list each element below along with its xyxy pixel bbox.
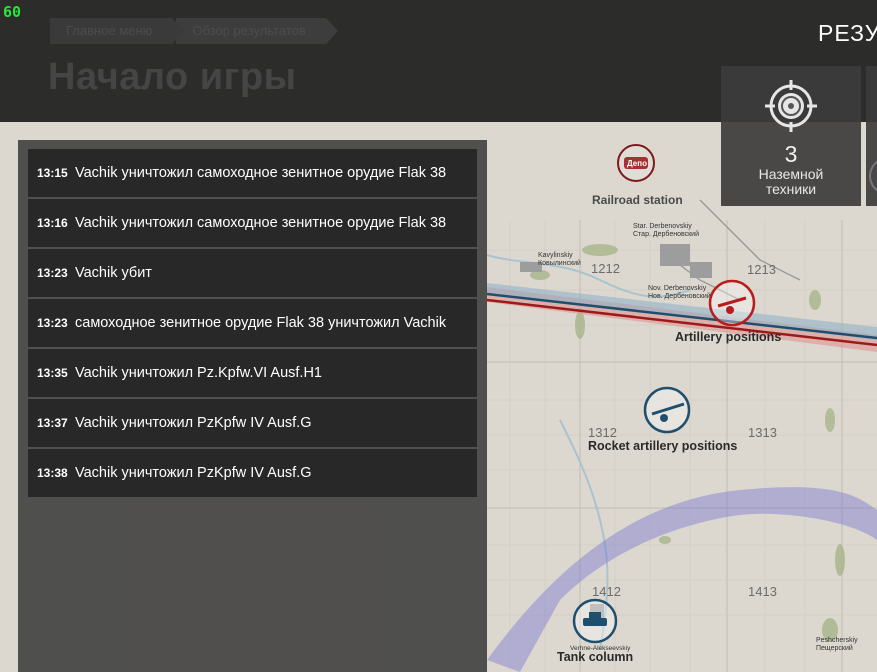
- log-entry: 13:23 самоходное зенитное орудие Flak 38…: [28, 299, 477, 347]
- log-entry: 13:16 Vachik уничтожил самоходное зенитн…: [28, 199, 477, 247]
- log-time: 13:23: [37, 266, 68, 280]
- log-time: 13:16: [37, 216, 68, 230]
- log-text: Vachik убит: [75, 265, 152, 281]
- log-time: 13:37: [37, 416, 68, 430]
- log-entry: 13:35 Vachik уничтожил Pz.Kpfw.VI Ausf.H…: [28, 349, 477, 397]
- log-entry: 13:23 Vachik убит: [28, 249, 477, 297]
- results-heading: РЕЗУ: [818, 20, 877, 46]
- fps-counter: 60: [3, 3, 22, 21]
- breadcrumb: Главное меню Обзор результатов: [50, 18, 339, 44]
- stat-count: 3: [784, 141, 798, 167]
- log-entry: 13:37 Vachik уничтожил PzKpfw IV Ausf.G: [28, 399, 477, 447]
- next-stat-icon: [869, 160, 877, 192]
- stat-label: Наземной техники: [721, 167, 861, 197]
- log-time: 13:23: [37, 316, 68, 330]
- log-text: Vachik уничтожил самоходное зенитное ору…: [75, 215, 447, 231]
- breadcrumb-main-menu[interactable]: Главное меню: [50, 18, 185, 44]
- stat-label-line: техники: [765, 181, 817, 197]
- log-entry: 13:38 Vachik уничтожил PzKpfw IV Ausf.G: [28, 449, 477, 497]
- log-text: Vachik уничтожил PzKpfw IV Ausf.G: [75, 415, 312, 431]
- log-time: 13:38: [37, 466, 68, 480]
- log-time: 13:35: [37, 366, 68, 380]
- rocket-artillery-positions-marker[interactable]: [643, 386, 691, 434]
- breadcrumb-results[interactable]: Обзор результатов: [176, 18, 339, 44]
- next-stat-card[interactable]: [866, 66, 877, 206]
- ground-vehicle-target-icon: [765, 80, 817, 132]
- ground-vehicles-stat-card[interactable]: 3 Наземной техники: [721, 66, 861, 206]
- log-text: самоходное зенитное орудие Flak 38 уничт…: [75, 315, 447, 331]
- railroad-station-marker[interactable]: [617, 144, 655, 182]
- log-time: 13:15: [37, 166, 68, 180]
- log-text: Vachik уничтожил PzKpfw IV Ausf.G: [75, 465, 312, 481]
- stat-label-line: Наземной: [758, 166, 824, 182]
- artillery-positions-marker[interactable]: [708, 279, 756, 327]
- page-title: Начало игры: [48, 56, 297, 98]
- log-entry: 13:15 Vachik уничтожил самоходное зенитн…: [28, 149, 477, 197]
- event-log-list: 13:15 Vachik уничтожил самоходное зенитн…: [28, 149, 477, 499]
- log-text: Vachik уничтожил Pz.Kpfw.VI Ausf.H1: [75, 365, 322, 381]
- tank-column-marker[interactable]: [572, 598, 618, 644]
- log-text: Vachik уничтожил самоходное зенитное ору…: [75, 165, 447, 181]
- event-log-panel: 13:15 Vachik уничтожил самоходное зенитн…: [18, 140, 487, 672]
